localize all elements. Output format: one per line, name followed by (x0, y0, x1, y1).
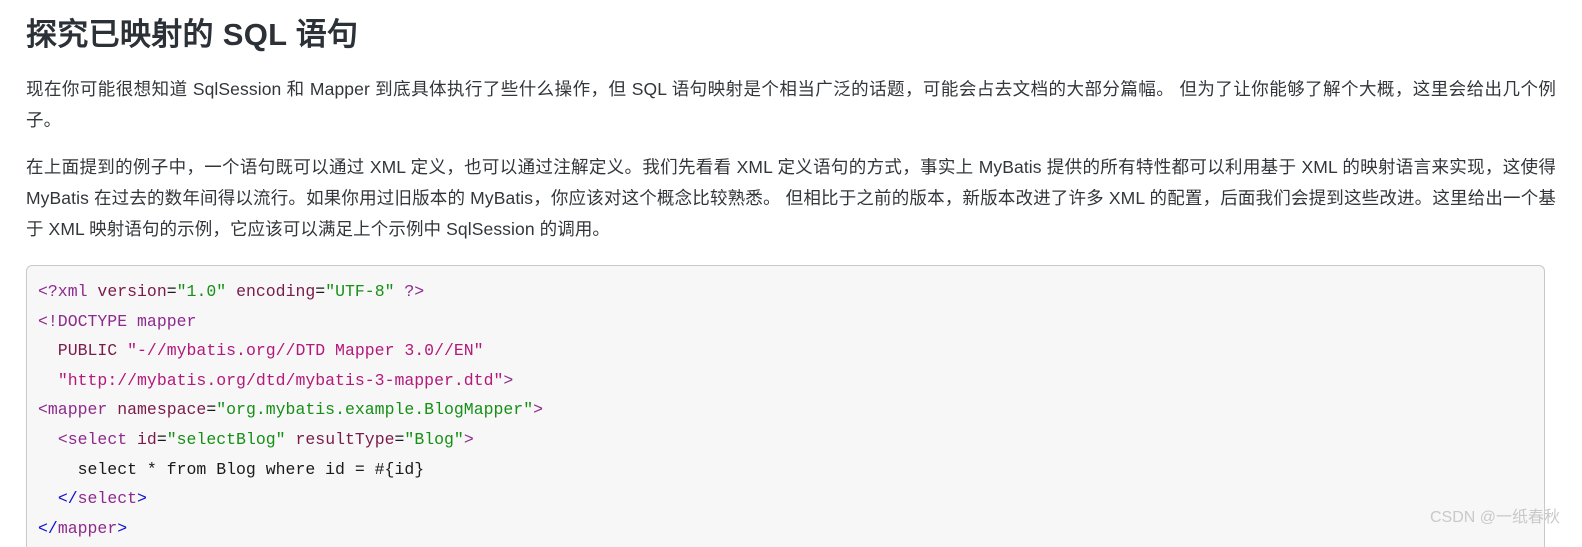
code-token: = (315, 282, 326, 301)
code-token: "org.mybatis.example.BlogMapper" (216, 400, 534, 420)
code-token: encoding (236, 282, 316, 301)
code-token: mapper (57, 518, 118, 538)
code-token: mapper (127, 311, 197, 331)
code-token: id (137, 429, 157, 449)
code-content: <?xml version="1.0" encoding="UTF-8" ?> … (38, 277, 1544, 543)
page-title: 探究已映射的 SQL 语句 (26, 17, 359, 52)
article-page: 探究已映射的 SQL 语句 现在你可能很想知道 SqlSession 和 Map… (0, 0, 1582, 547)
code-token: > (117, 518, 128, 538)
code-token: "Blog" (404, 429, 464, 449)
code-token: "selectBlog" (166, 429, 286, 449)
code-token: = (156, 429, 167, 449)
code-token: = (394, 429, 405, 449)
code-token: <!DOCTYPE (38, 311, 128, 331)
code-token: > (533, 400, 544, 420)
code-token: > (463, 429, 474, 449)
intro-paragraph-2: 在上面提到的例子中，一个语句既可以通过 XML 定义，也可以通过注解定义。我们先… (26, 157, 1556, 239)
code-token: "UTF-8" (325, 282, 395, 301)
code-tokens: <?xml version="1.0" encoding="UTF-8" ?> … (38, 282, 543, 538)
code-token: ?> (404, 282, 425, 301)
code-token: "1.0" (176, 282, 227, 301)
code-token: <select (57, 429, 128, 449)
code-token: select * from Blog where id = #{id} (38, 459, 425, 479)
code-token: "-//mybatis.org//DTD Mapper 3.0//EN" (127, 341, 484, 361)
code-token: PUBLIC (38, 341, 118, 361)
code-token: = (166, 282, 177, 301)
code-token: </ (38, 518, 58, 538)
code-token: namespace (117, 400, 207, 420)
code-token: = (206, 400, 217, 420)
intro-paragraph-1: 现在你可能很想知道 SqlSession 和 Mapper 到底具体执行了些什么… (26, 79, 1556, 130)
csdn-watermark: CSDN @一纸春秋 (1429, 509, 1560, 526)
code-token: resultType (295, 429, 395, 449)
code-block-xml-mapper[interactable]: <?xml version="1.0" encoding="UTF-8" ?> … (26, 265, 1545, 547)
code-token: </ (57, 489, 78, 509)
code-token: "http://mybatis.org/dtd/mybatis-3-mapper… (57, 370, 504, 390)
code-token: version (97, 282, 167, 301)
code-token: > (503, 370, 514, 390)
code-token: > (137, 489, 147, 509)
code-token: <mapper (38, 400, 108, 420)
code-token: select (77, 489, 138, 509)
code-token: <?xml (38, 282, 88, 301)
